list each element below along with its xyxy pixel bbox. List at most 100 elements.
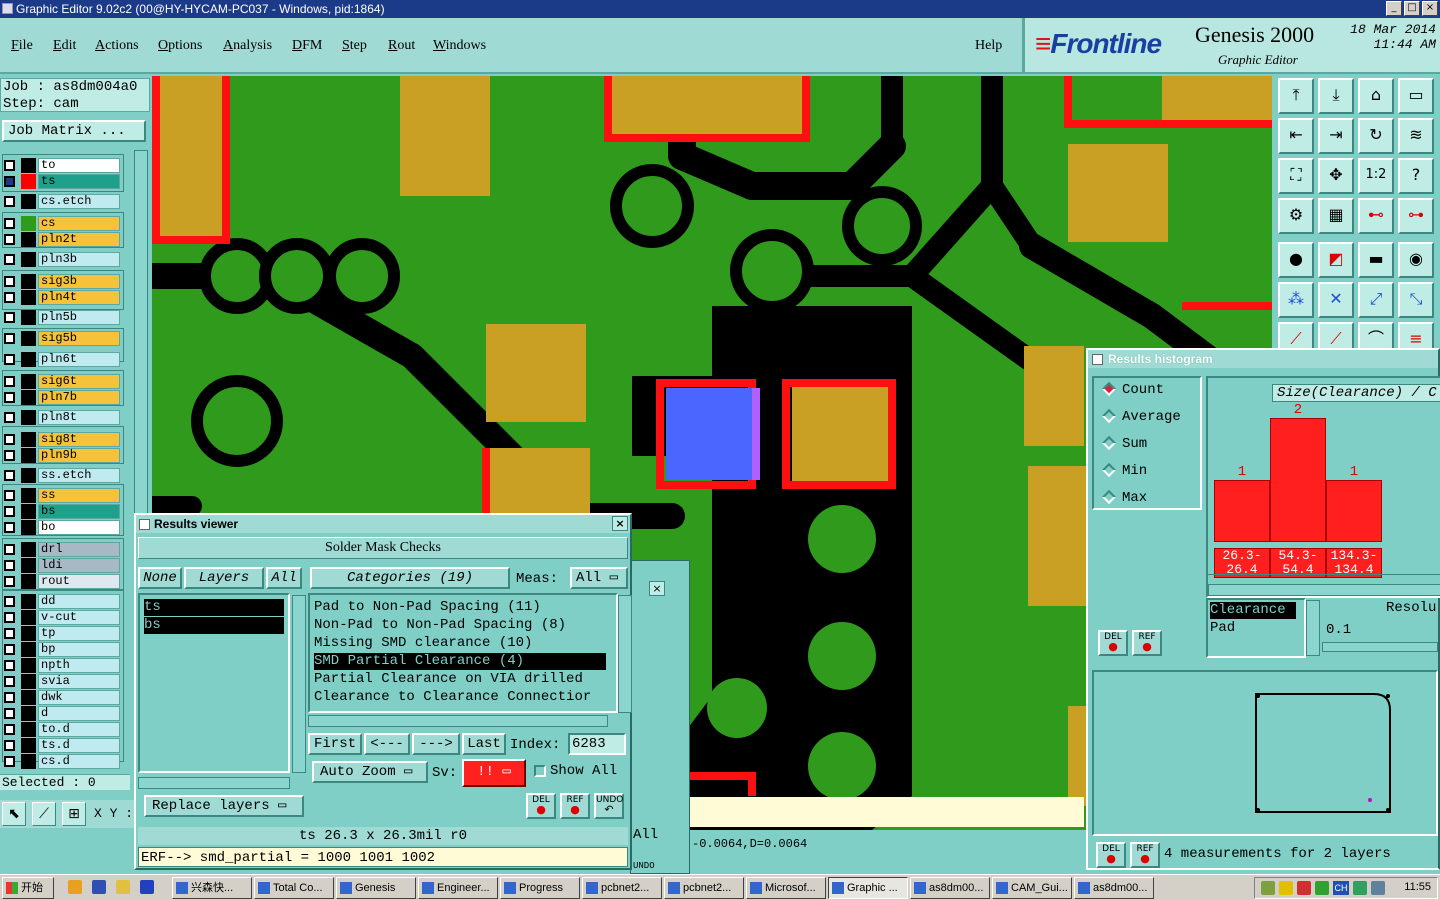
- layer-name[interactable]: pln6t: [38, 352, 120, 367]
- category-item[interactable]: Partial Clearance on VIA drilled: [314, 671, 606, 688]
- ref-button[interactable]: REF ●: [560, 793, 590, 819]
- layer-checkbox[interactable]: [4, 756, 15, 767]
- category-item[interactable]: Non-Pad to Non-Pad Spacing (8): [314, 617, 606, 634]
- layer-checkbox[interactable]: [4, 692, 15, 703]
- layer-row-bs[interactable]: bs: [4, 504, 120, 519]
- layer-row-npth[interactable]: npth: [4, 658, 120, 673]
- layer-checkbox[interactable]: [4, 354, 15, 365]
- menu-analysis[interactable]: Analysis: [223, 38, 272, 54]
- category-item[interactable]: SMD Partial Clearance (4): [314, 653, 606, 670]
- record-icon[interactable]: ●: [1278, 242, 1314, 278]
- category-item[interactable]: Pad to Non-Pad Spacing (11): [314, 599, 606, 616]
- layer-row-pln3b[interactable]: pln3b: [4, 252, 120, 267]
- layer-name[interactable]: tp: [38, 626, 120, 641]
- maximize-button[interactable]: □: [1404, 1, 1420, 16]
- layer-color-swatch[interactable]: [21, 352, 36, 367]
- measure-clearance[interactable]: Clearance: [1210, 602, 1296, 619]
- layer-color-swatch[interactable]: [21, 390, 36, 405]
- layer-name[interactable]: sig5b: [38, 331, 120, 346]
- category-scrollbar[interactable]: [618, 595, 632, 713]
- layer-checkbox[interactable]: [4, 676, 15, 687]
- next-button[interactable]: --->: [412, 733, 460, 755]
- close-button[interactable]: ×: [1422, 1, 1438, 16]
- all-layers-button[interactable]: All: [266, 567, 302, 589]
- layer-name[interactable]: pln4t: [38, 290, 120, 305]
- taskbar-item[interactable]: Genesis: [336, 877, 416, 899]
- layer-name[interactable]: to: [38, 158, 120, 173]
- window-icon[interactable]: ▭: [1398, 78, 1434, 114]
- minimize-button[interactable]: _: [1386, 1, 1402, 16]
- layer-row-sig5b[interactable]: sig5b: [4, 331, 120, 346]
- layer-row-sig6t[interactable]: sig6t: [4, 374, 120, 389]
- menu-help[interactable]: Help: [975, 38, 1002, 54]
- layer-color-swatch[interactable]: [21, 158, 36, 173]
- layer-name[interactable]: npth: [38, 658, 120, 673]
- menu-rout[interactable]: Rout: [388, 38, 415, 54]
- menu-dfm[interactable]: DFM: [292, 38, 322, 54]
- redraw-icon[interactable]: ≋: [1398, 118, 1434, 154]
- layer-color-swatch[interactable]: [21, 252, 36, 267]
- pan-left-icon[interactable]: ⇤: [1278, 118, 1314, 154]
- menu-actions[interactable]: Actions: [95, 38, 139, 54]
- layer-color-swatch[interactable]: [21, 690, 36, 705]
- layer-checkbox[interactable]: [4, 490, 15, 501]
- layer-color-swatch[interactable]: [21, 706, 36, 721]
- hist-del-button[interactable]: DEL ●: [1098, 630, 1128, 656]
- layer-name[interactable]: svia: [38, 674, 120, 689]
- start-button[interactable]: 开始: [2, 877, 54, 899]
- aggregate-option-count[interactable]: Count: [1101, 380, 1164, 400]
- pan-right-icon[interactable]: ⇥: [1318, 118, 1354, 154]
- layer-row-ss[interactable]: ss: [4, 488, 120, 503]
- previous-button[interactable]: <---: [364, 733, 410, 755]
- link2-icon[interactable]: ⤡: [1398, 282, 1434, 318]
- select-tool-icon[interactable]: ⬉: [2, 802, 26, 826]
- aggregate-option-average[interactable]: Average: [1101, 407, 1181, 427]
- layer-checkbox[interactable]: [4, 724, 15, 735]
- tray-pen-icon[interactable]: [1279, 881, 1293, 895]
- layer-row-dd[interactable]: dd: [4, 594, 120, 609]
- taskbar-item[interactable]: Total Co...: [254, 877, 334, 899]
- layer-name[interactable]: ss: [38, 488, 120, 503]
- layer-color-swatch[interactable]: [21, 542, 36, 557]
- preview-del-button[interactable]: DEL ●: [1096, 842, 1126, 868]
- refresh-icon[interactable]: ↻: [1358, 118, 1394, 154]
- layer-name[interactable]: cs.etch: [38, 194, 120, 209]
- layer-row-sig8t[interactable]: sig8t: [4, 432, 120, 447]
- layer-row-pln6t[interactable]: pln6t: [4, 352, 120, 367]
- grid-icon[interactable]: ▦: [1318, 198, 1354, 234]
- category-item[interactable]: Clearance to Clearance Connectior: [314, 689, 606, 706]
- layer-row-pln9b[interactable]: pln9b: [4, 448, 120, 463]
- draw-line-icon[interactable]: ◩: [1318, 242, 1354, 278]
- layer-row-d[interactable]: d: [4, 706, 120, 721]
- layer-color-swatch[interactable]: [21, 194, 36, 209]
- taskbar-item[interactable]: 兴森快...: [172, 877, 252, 899]
- layer-row-pln5b[interactable]: pln5b: [4, 310, 120, 325]
- layer-name[interactable]: pln7b: [38, 390, 120, 405]
- layer-checkbox[interactable]: [4, 312, 15, 323]
- measure-tool-icon[interactable]: ⟋: [32, 802, 56, 826]
- menu-edit[interactable]: Edit: [53, 38, 76, 54]
- layer-name[interactable]: pln2t: [38, 232, 120, 247]
- layer-name[interactable]: sig6t: [38, 374, 120, 389]
- taskbar-item[interactable]: Progress: [500, 877, 580, 899]
- layer-color-swatch[interactable]: [21, 574, 36, 589]
- quicklaunch-clock-icon[interactable]: [68, 880, 82, 894]
- layer-color-swatch[interactable]: [21, 331, 36, 346]
- layer-checkbox[interactable]: [4, 333, 15, 344]
- layer-row-ts[interactable]: ts: [4, 174, 120, 189]
- layer-row-cs.etch[interactable]: cs.etch: [4, 194, 120, 209]
- layer-name[interactable]: d: [38, 706, 120, 721]
- net-icon[interactable]: ⊷: [1358, 198, 1394, 234]
- layer-results-list[interactable]: ts bs: [138, 593, 290, 773]
- taskbar-item[interactable]: Engineer...: [418, 877, 498, 899]
- layer-name[interactable]: ldi: [38, 558, 120, 573]
- link-icon[interactable]: ⤢: [1358, 282, 1394, 318]
- layer-name[interactable]: drl: [38, 542, 120, 557]
- layer-color-swatch[interactable]: [21, 674, 36, 689]
- layer-color-swatch[interactable]: [21, 520, 36, 535]
- layer-checkbox[interactable]: [4, 522, 15, 533]
- zoom-center-icon[interactable]: ✥: [1318, 158, 1354, 194]
- taskbar-item[interactable]: as8dm00...: [1074, 877, 1154, 899]
- layer-name[interactable]: rout: [38, 574, 120, 589]
- layer-row-drl[interactable]: drl: [4, 542, 120, 557]
